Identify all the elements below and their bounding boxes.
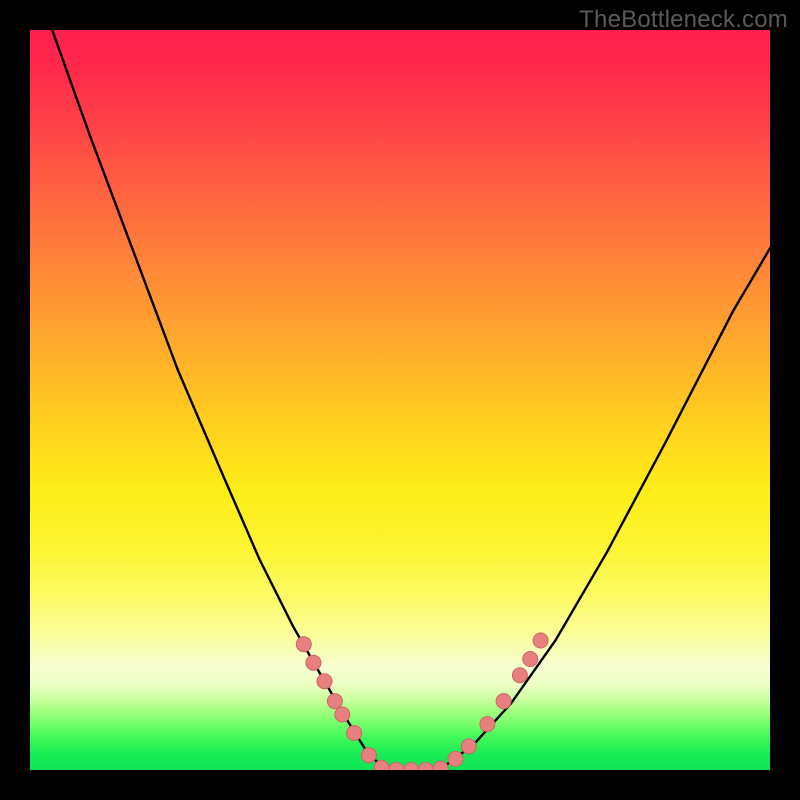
curve-marker [389,763,404,771]
curve-marker [327,694,342,709]
curve-marker [335,707,350,722]
curve-marker [512,668,527,683]
curve-marker [317,674,332,689]
curve-marker [296,637,311,652]
bottleneck-curve [52,30,770,770]
curve-marker [306,655,321,670]
curve-svg [30,30,770,770]
plot-area [30,30,770,770]
curve-marker [480,717,495,732]
curve-marker [347,726,362,741]
curve-marker [418,763,433,771]
curve-path [52,30,770,770]
curve-marker [496,694,511,709]
chart-frame: TheBottleneck.com [0,0,800,800]
curve-marker [433,761,448,770]
curve-marker [461,739,476,754]
curve-markers [296,633,548,770]
curve-marker [404,763,419,771]
watermark-text: TheBottleneck.com [579,6,788,34]
curve-marker [523,652,538,667]
curve-marker [361,748,376,763]
curve-marker [533,633,548,648]
curve-marker [448,751,463,766]
